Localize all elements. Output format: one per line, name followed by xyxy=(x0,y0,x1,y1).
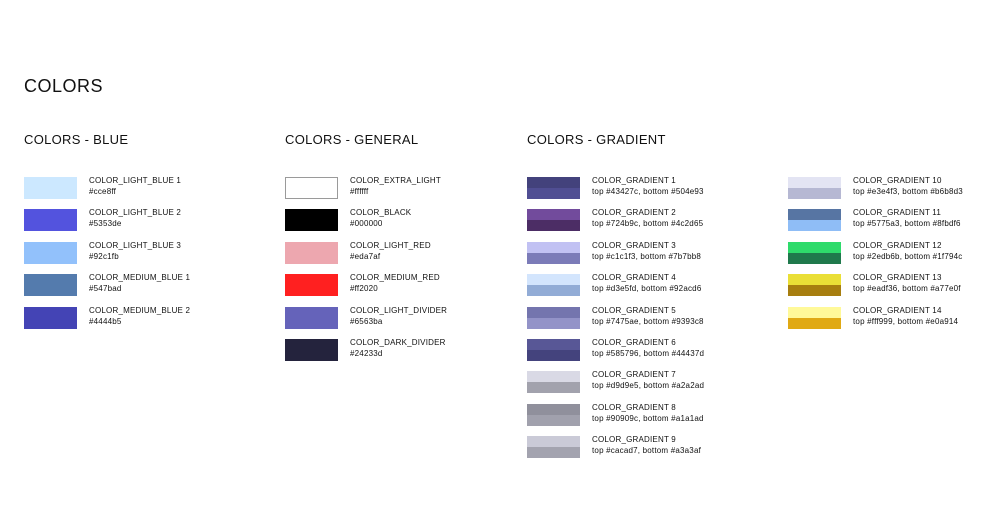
swatch-row: COLOR_GRADIENT 7 top #d9d9e5, bottom #a2a… xyxy=(527,356,767,394)
swatch-top-half xyxy=(788,306,841,318)
swatch-row: COLOR_LIGHT_BLUE 1 #cce8ff xyxy=(24,162,264,199)
swatch-top-half xyxy=(527,436,580,448)
swatch-row: COLOR_GRADIENT 14 top #fff999, bottom #e0… xyxy=(788,292,1000,329)
swatch-name: COLOR_GRADIENT 14 xyxy=(853,305,942,315)
swatch-list-gradient-column-2: COLOR_GRADIENT 10 top #e3e4f3, bottom #b6… xyxy=(788,162,1000,329)
swatch-name: COLOR_GRADIENT 4 xyxy=(592,273,676,283)
swatch-name: COLOR_GRADIENT 12 xyxy=(853,240,942,250)
swatch-row: COLOR_MEDIUM_BLUE 2 #4444b5 xyxy=(24,292,264,329)
swatch-row: COLOR_GRADIENT 5 top #7475ae, bottom #939… xyxy=(527,292,767,329)
swatch-row: COLOR_GRADIENT 6 top #585796, bottom #444… xyxy=(527,324,767,361)
section-title-general: COLORS - GENERAL xyxy=(285,132,419,147)
swatch-row: COLOR_EXTRA_LIGHT #ffffff xyxy=(285,162,525,199)
swatch-row: COLOR_GRADIENT 2 top #724b9c, bottom #4c2… xyxy=(527,194,767,232)
swatch-name: COLOR_GRADIENT 13 xyxy=(853,273,942,283)
swatch-name: COLOR_GRADIENT 10 xyxy=(853,176,942,185)
swatch-value: #4444b5 xyxy=(89,316,122,326)
swatch-name: COLOR_GRADIENT 6 xyxy=(592,337,676,347)
swatch-name: COLOR_GRADIENT 2 xyxy=(592,208,676,218)
swatch-name: COLOR_BLACK xyxy=(350,208,412,218)
swatch-top-half xyxy=(527,274,580,286)
swatch-row: COLOR_GRADIENT 8 top #90909c, bottom #a1a… xyxy=(527,389,767,426)
page-title: COLORS xyxy=(24,76,104,96)
swatch-row: COLOR_DARK_DIVIDER #24233d xyxy=(285,324,525,361)
swatch-name: COLOR_GRADIENT 1 xyxy=(592,176,676,185)
swatch-name: COLOR_LIGHT_BLUE 2 xyxy=(89,208,182,218)
swatch-value: top #fff999, bottom #e0a914 xyxy=(853,316,959,326)
swatch-name: COLOR_GRADIENT 11 xyxy=(853,208,942,218)
swatch-top-half xyxy=(527,371,580,383)
swatch-top-half xyxy=(788,209,841,221)
swatch-name: COLOR_LIGHT_BLUE 3 xyxy=(89,240,182,250)
section-title-blue: COLORS - BLUE xyxy=(24,132,129,147)
swatch-top-half xyxy=(527,338,580,350)
swatch-bottom-half xyxy=(527,447,580,459)
swatch-name: COLOR_MEDIUM_RED xyxy=(350,273,440,283)
swatch-row: COLOR_GRADIENT 9 top #cacad7, bottom #a3a… xyxy=(527,421,767,459)
swatch-row: COLOR_BLACK #000000 xyxy=(285,194,525,232)
swatch-row: COLOR_GRADIENT 4 top #d3e5fd, bottom #92a… xyxy=(527,259,767,297)
swatch-top-half xyxy=(788,274,841,286)
swatch-list-gradient-column-1: COLOR_GRADIENT 1 top #43427c, bottom #504… xyxy=(527,162,767,459)
swatch-row: COLOR_LIGHT_DIVIDER #6563ba xyxy=(285,292,525,329)
swatch-name: COLOR_GRADIENT 5 xyxy=(592,305,676,315)
swatch-top-half xyxy=(527,306,580,318)
swatch-name: COLOR_MEDIUM_BLUE 1 xyxy=(89,273,191,283)
swatch-top-half xyxy=(527,209,580,221)
swatch-row: COLOR_MEDIUM_BLUE 1 #547bad xyxy=(24,259,264,297)
swatch-list-general: COLOR_EXTRA_LIGHT #ffffff COLOR_BLACK #0000… xyxy=(285,162,525,361)
swatch-name: COLOR_MEDIUM_BLUE 2 xyxy=(89,305,191,315)
swatch-row: COLOR_GRADIENT 13 top #eadf36, bottom #a7… xyxy=(788,259,1000,297)
color-swatch xyxy=(788,306,841,329)
swatch-row: COLOR_MEDIUM_RED #ff2020 xyxy=(285,259,525,297)
swatch-name: COLOR_LIGHT_RED xyxy=(350,240,431,250)
color-swatch xyxy=(285,338,338,361)
swatch-row: COLOR_GRADIENT 12 top #2edb6b, bottom #1f… xyxy=(788,227,1000,264)
swatch-name: COLOR_EXTRA_LIGHT xyxy=(350,176,441,185)
swatch-name: COLOR_LIGHT_BLUE 1 xyxy=(89,176,182,185)
section-title-gradient: COLORS - GRADIENT xyxy=(527,132,666,147)
swatch-list-blue: COLOR_LIGHT_BLUE 1 #cce8ff COLOR_LIGHT_BLU… xyxy=(24,162,264,329)
swatch-row: COLOR_GRADIENT 10 top #e3e4f3, bottom #b6… xyxy=(788,162,1000,199)
swatch-name: COLOR_GRADIENT 3 xyxy=(592,240,676,250)
swatch-top-half xyxy=(527,177,580,188)
swatch-value: top #cacad7, bottom #a3a3af xyxy=(592,446,702,456)
swatch-name: COLOR_GRADIENT 8 xyxy=(592,402,676,412)
swatch-top-half xyxy=(788,241,841,253)
swatch-row: COLOR_LIGHT_BLUE 2 #5353de xyxy=(24,194,264,232)
swatch-name: COLOR_GRADIENT 7 xyxy=(592,370,676,380)
swatch-row: COLOR_GRADIENT 11 top #5775a3, bottom #8f… xyxy=(788,194,1000,232)
swatch-top-half xyxy=(527,403,580,415)
swatch-row: COLOR_LIGHT_RED #eda7af xyxy=(285,227,525,264)
swatch-row: COLOR_LIGHT_BLUE 3 #92c1fb xyxy=(24,227,264,264)
swatch-row: COLOR_GRADIENT 1 top #43427c, bottom #504… xyxy=(527,162,767,199)
swatch-top-half xyxy=(788,177,841,188)
color-swatch xyxy=(24,306,77,329)
swatch-row: COLOR_GRADIENT 3 top #c1c1f3, bottom #7b7… xyxy=(527,227,767,264)
swatch-bottom-half xyxy=(788,317,841,329)
swatch-name: COLOR_GRADIENT 9 xyxy=(592,435,676,445)
swatch-name: COLOR_DARK_DIVIDER xyxy=(350,337,446,347)
swatch-value: #24233d xyxy=(350,348,383,358)
swatch-name: COLOR_LIGHT_DIVIDER xyxy=(350,305,448,315)
swatch-top-half xyxy=(527,241,580,253)
color-swatch xyxy=(527,436,580,459)
